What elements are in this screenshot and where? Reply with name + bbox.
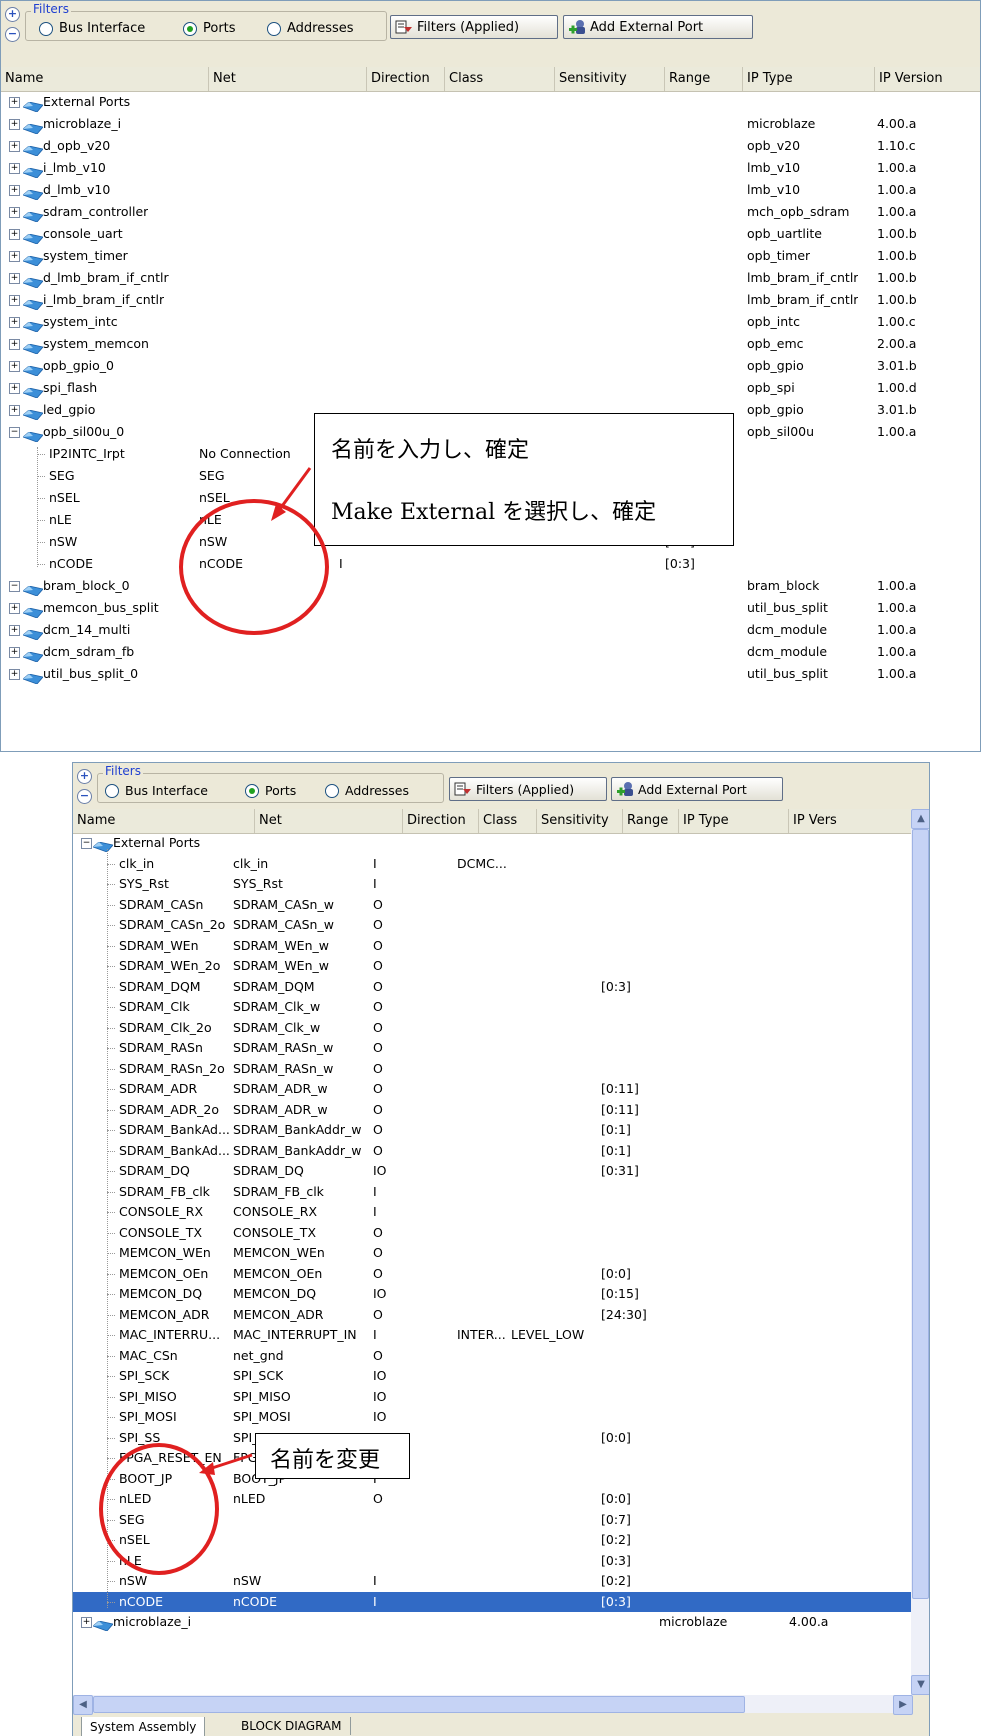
annotation-overlay bbox=[271, 467, 312, 521]
annotation-circle bbox=[179, 499, 329, 635]
annotation-overlay bbox=[199, 1453, 253, 1475]
bottom-system-assembly-panel: + − Filters Bus Interface Ports Addresse… bbox=[72, 762, 930, 1736]
annotation-circle bbox=[99, 1443, 219, 1575]
top-system-assembly-panel: + − Filters Bus Interface Ports Addresse… bbox=[0, 0, 981, 752]
